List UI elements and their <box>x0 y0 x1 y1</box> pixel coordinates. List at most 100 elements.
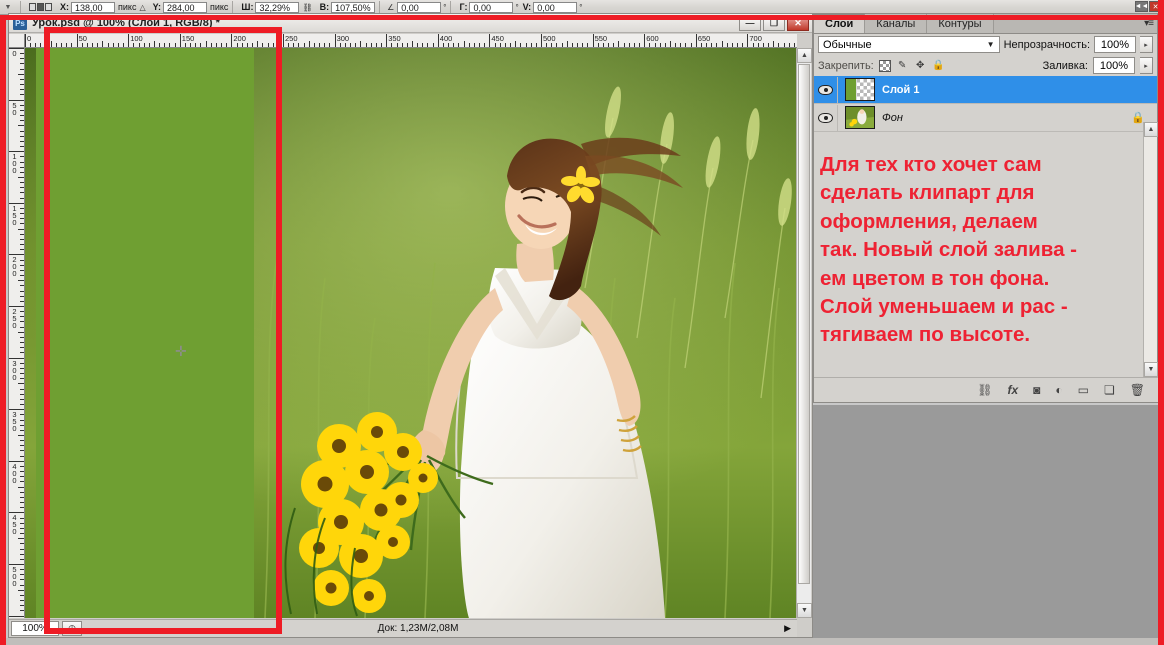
ruler-tick <box>92 43 94 47</box>
ruler-tick <box>18 383 24 385</box>
app-bottom-edge <box>0 638 1164 645</box>
lock-transparency-icon[interactable] <box>878 59 891 72</box>
ruler-tick <box>20 393 24 395</box>
layer-visibility-toggle[interactable] <box>814 104 838 131</box>
collapse-panels-button[interactable]: ◄◄ <box>1135 1 1148 12</box>
opacity-slider-button[interactable]: ▸ <box>1140 36 1153 53</box>
link-xy-icon[interactable]: △ <box>139 3 145 12</box>
ruler-tick <box>9 306 24 307</box>
y-position-input[interactable]: 284,00 <box>162 1 207 13</box>
ruler-tick <box>20 58 24 60</box>
ruler-tick <box>20 192 24 194</box>
fill-label: Заливка: <box>1042 59 1088 72</box>
lock-all-padlock-icon[interactable]: 🔒 <box>932 59 945 72</box>
ruler-tick <box>18 589 24 591</box>
skew-h-input[interactable]: 0,00 <box>469 1 514 13</box>
filled-layer-rectangle[interactable] <box>36 48 254 618</box>
new-layer-icon[interactable]: ❏ <box>1104 383 1115 397</box>
canvas-area[interactable]: ✛ <box>25 48 797 618</box>
layers-panel-scrollbar[interactable]: ▲ ▼ <box>1143 122 1158 377</box>
ref-point-cell[interactable] <box>37 3 44 11</box>
vertical-ruler[interactable]: 0 50 100 150 200 250 300 350 400 450 500 550 <box>9 48 25 618</box>
table-row[interactable]: Фон 🔒 <box>814 104 1157 132</box>
ruler-tick <box>20 140 24 142</box>
ruler-tick <box>241 43 243 47</box>
layer-visibility-toggle[interactable] <box>814 76 838 103</box>
layer-name[interactable]: Слой 1 <box>882 84 919 96</box>
adjustment-layer-icon[interactable]: ◐ <box>1055 383 1062 397</box>
ruler-label: 450 <box>491 34 504 43</box>
ruler-tick <box>20 507 24 509</box>
canvas-vertical-scrollbar[interactable]: ▲ ▼ <box>796 48 812 618</box>
horizontal-ruler[interactable]: 0 50 100 150 200 250 300 350 400 450 500 550 600 650 7… <box>25 34 797 48</box>
lock-image-brush-icon[interactable]: ✎ <box>896 59 909 72</box>
ruler-tick <box>231 34 233 47</box>
rotation-input[interactable]: 0,00 <box>397 1 442 13</box>
lock-position-move-icon[interactable]: ✥ <box>914 59 927 72</box>
ruler-tick <box>272 43 274 47</box>
ruler-tick <box>731 43 733 47</box>
layer-mask-icon[interactable]: ◙ <box>1033 383 1040 397</box>
new-group-icon[interactable]: ▭ <box>1078 383 1089 397</box>
blend-mode-select[interactable]: Обычные ▼ <box>818 36 1000 53</box>
scroll-down-button[interactable]: ▼ <box>1144 362 1158 377</box>
fill-slider-button[interactable]: ▸ <box>1140 57 1153 74</box>
ruler-tick <box>391 43 393 47</box>
ruler-label: 0 <box>10 49 19 56</box>
scroll-up-button[interactable]: ▲ <box>797 48 812 63</box>
ruler-tick <box>20 367 24 369</box>
scroll-thumb[interactable] <box>798 64 810 584</box>
ruler-tick <box>20 548 24 550</box>
width-input[interactable]: 32,29% <box>255 1 300 13</box>
ruler-tick <box>762 43 764 47</box>
status-expand-arrow-icon[interactable]: ▶ <box>784 623 791 634</box>
ruler-tick <box>417 43 419 47</box>
timing-icon[interactable]: ◷ <box>62 621 82 636</box>
ruler-tick <box>20 342 24 344</box>
link-layers-icon[interactable]: ⛓ <box>977 383 992 397</box>
skew-h-label: Г: <box>459 2 468 12</box>
zoom-level-input[interactable]: 100% <box>11 621 59 636</box>
ruler-tick <box>20 445 24 447</box>
ruler-tick <box>97 43 99 47</box>
ruler-tick <box>20 455 24 457</box>
height-input[interactable]: 107,50% <box>331 1 376 13</box>
ruler-tick <box>102 41 104 47</box>
ruler-label: 250 <box>285 34 298 43</box>
ruler-origin-corner[interactable] <box>9 34 25 48</box>
scroll-down-button[interactable]: ▼ <box>797 603 812 618</box>
ruler-tick <box>535 43 537 47</box>
table-row[interactable]: Слой 1 <box>814 76 1157 104</box>
layer-thumbnail[interactable] <box>845 78 875 101</box>
ruler-tick <box>159 43 161 47</box>
x-position-input[interactable]: 138,00 <box>71 1 115 13</box>
scroll-up-button[interactable]: ▲ <box>1144 122 1158 137</box>
ruler-tick <box>20 130 24 132</box>
layer-thumbnail[interactable] <box>845 106 875 129</box>
layer-style-icon[interactable]: fx <box>1007 383 1018 397</box>
ref-point-cell[interactable] <box>29 3 36 11</box>
ruler-tick <box>20 238 24 240</box>
ruler-tick <box>597 43 599 47</box>
skew-v-label: V: <box>522 2 532 12</box>
opacity-input[interactable]: 100% <box>1094 36 1136 53</box>
reference-point-selector[interactable] <box>29 3 52 11</box>
ruler-tick <box>649 43 651 47</box>
ruler-tick <box>324 43 326 47</box>
ref-point-cell[interactable] <box>45 3 52 11</box>
ruler-tick <box>288 43 290 47</box>
status-bar: 100% ◷ Док: 1,23M/2,08M ▶ <box>9 619 797 637</box>
ruler-tick <box>448 43 450 47</box>
ruler-tick <box>700 43 702 47</box>
maintain-aspect-ratio-icon[interactable]: ⛓ <box>302 3 312 12</box>
ruler-tick <box>20 352 24 354</box>
ruler-tick <box>670 41 671 47</box>
ruler-tick <box>20 146 24 148</box>
tool-preset-chevron-icon[interactable]: ▼ <box>0 4 16 11</box>
ruler-tick <box>20 610 24 612</box>
fill-input[interactable]: 100% <box>1093 57 1135 74</box>
delete-layer-icon[interactable]: 🗑 <box>1130 383 1145 397</box>
layer-name[interactable]: Фон <box>882 112 903 124</box>
ruler-tick <box>221 43 223 47</box>
skew-v-input[interactable]: 0,00 <box>533 1 578 13</box>
